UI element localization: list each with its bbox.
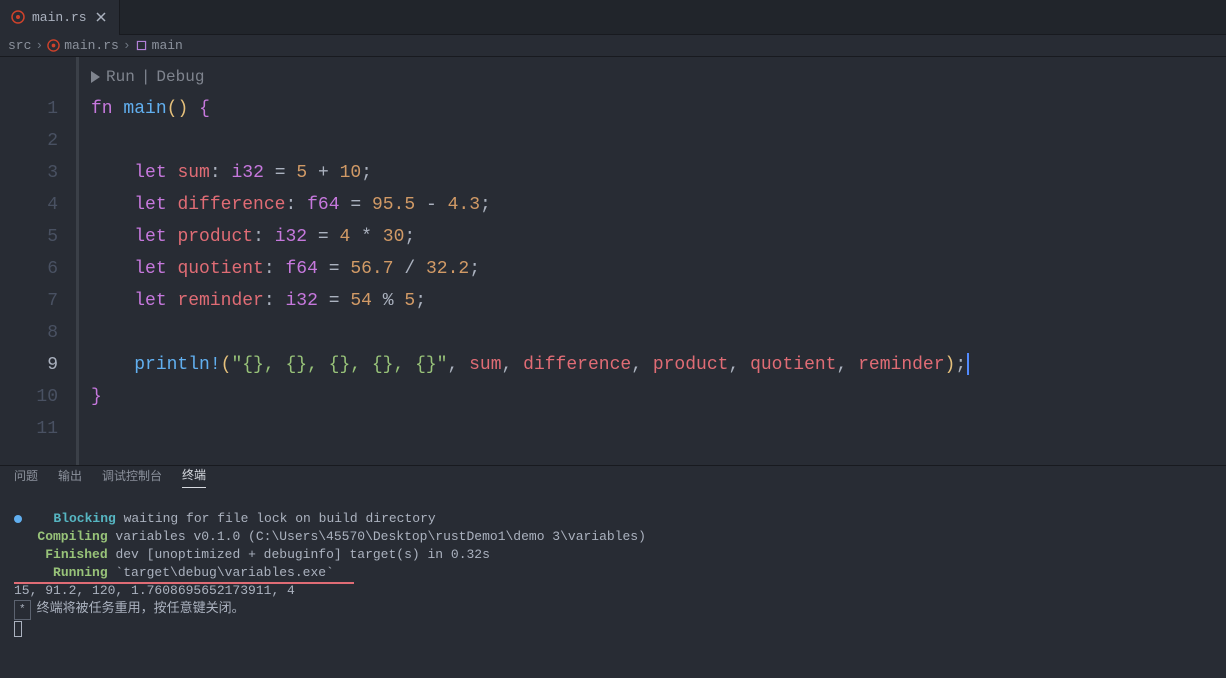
terminal-running-label: Running <box>53 565 108 580</box>
rust-file-icon <box>10 9 26 25</box>
breadcrumb[interactable]: src › main.rs › main <box>0 35 1226 57</box>
code-line-6[interactable]: let quotient: f64 = 56.7 / 32.2; <box>91 253 1226 285</box>
tab-terminal[interactable]: 终端 <box>182 466 206 488</box>
terminal[interactable]: Blocking waiting for file lock on build … <box>0 488 1226 678</box>
codelens-debug[interactable]: Debug <box>156 61 204 93</box>
terminal-compiling-label: Compiling <box>37 529 107 544</box>
code-line-9[interactable]: println!("{}, {}, {}, {}, {}", sum, diff… <box>91 349 1226 381</box>
breadcrumb-symbol[interactable]: main <box>152 38 183 53</box>
code-line-2[interactable] <box>91 125 1226 157</box>
codelens: Run | Debug <box>91 61 1226 93</box>
code-line-10[interactable]: } <box>91 381 1226 413</box>
chevron-right-icon: › <box>35 38 43 53</box>
terminal-output: 15, 91.2, 120, 1.7608695652173911, 4 <box>14 583 295 598</box>
code-line-8[interactable] <box>91 317 1226 349</box>
code-line-4[interactable]: let difference: f64 = 95.5 - 4.3; <box>91 189 1226 221</box>
annotation-underline <box>14 582 354 584</box>
panel-tabbar: 问题 输出 调试控制台 终端 <box>0 466 1226 488</box>
code-line-1[interactable]: fn main() { <box>91 93 1226 125</box>
tab-label: main.rs <box>32 10 87 25</box>
editor[interactable]: 1 2 3 4 5 6 7 8 9 10 11 Run | Debug fn m… <box>0 57 1226 465</box>
tab-bar: main.rs <box>0 0 1226 35</box>
tab-debug-console[interactable]: 调试控制台 <box>102 467 162 488</box>
terminal-blocking-text: waiting for file lock on build directory <box>116 511 436 526</box>
code-line-7[interactable]: let reminder: i32 = 54 % 5; <box>91 285 1226 317</box>
codelens-run[interactable]: Run <box>106 61 135 93</box>
tab-main-rs[interactable]: main.rs <box>0 0 120 35</box>
symbol-function-icon <box>135 39 148 52</box>
bottom-panel: 问题 输出 调试控制台 终端 Blocking waiting for file… <box>0 465 1226 641</box>
breadcrumb-src[interactable]: src <box>8 38 31 53</box>
chevron-right-icon: › <box>123 38 131 53</box>
close-icon[interactable] <box>93 9 109 25</box>
line-gutter: 1 2 3 4 5 6 7 8 9 10 11 <box>0 57 76 465</box>
rust-file-icon <box>47 39 60 52</box>
code-line-5[interactable]: let product: i32 = 4 * 30; <box>91 221 1226 253</box>
text-cursor <box>967 353 969 375</box>
task-indicator-icon <box>14 515 22 523</box>
terminal-blocking-label: Blocking <box>53 511 115 526</box>
code-area[interactable]: Run | Debug fn main() { let sum: i32 = 5… <box>76 57 1226 465</box>
code-line-11[interactable] <box>91 413 1226 445</box>
terminal-finished-label: Finished <box>45 547 107 562</box>
terminal-cursor <box>14 621 22 637</box>
tab-output[interactable]: 输出 <box>58 467 82 488</box>
terminal-finished-text: dev [unoptimized + debuginfo] target(s) … <box>108 547 490 562</box>
terminal-compiling-text: variables v0.1.0 (C:\Users\45570\Desktop… <box>108 529 646 544</box>
code-line-3[interactable]: let sum: i32 = 5 + 10; <box>91 157 1226 189</box>
breadcrumb-file[interactable]: main.rs <box>64 38 119 53</box>
terminal-marker: * <box>14 600 31 620</box>
tab-problems[interactable]: 问题 <box>14 467 38 488</box>
terminal-running-text: `target\debug\variables.exe` <box>108 565 334 580</box>
play-icon <box>91 71 100 83</box>
terminal-reuse-msg: 终端将被任务重用，按任意键关闭。 <box>37 601 245 616</box>
